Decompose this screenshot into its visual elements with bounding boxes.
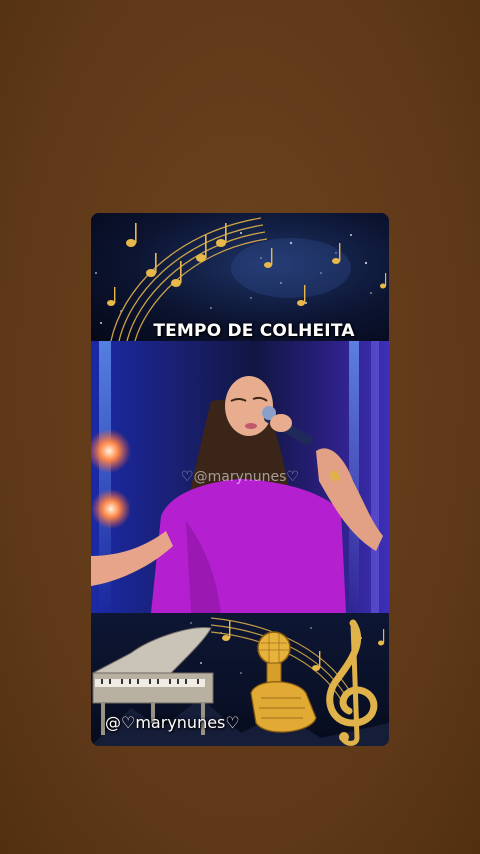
video-frame[interactable]: ♡@marynunes♡ bbox=[91, 341, 389, 613]
banner-title: TEMPO DE COLHEITA bbox=[153, 321, 355, 341]
treble-clef-icon bbox=[326, 619, 378, 746]
video-watermark: ♡@marynunes♡ bbox=[181, 469, 299, 485]
top-banner: TEMPO DE COLHEITA bbox=[91, 213, 389, 341]
story-card[interactable]: TEMPO DE COLHEITA ♡@marynunes♡ @♡marynun… bbox=[91, 213, 389, 746]
creator-handle[interactable]: @♡marynunes♡ bbox=[105, 713, 240, 732]
microphone-icon bbox=[250, 631, 317, 733]
bottom-banner: @♡marynunes♡ bbox=[91, 613, 389, 746]
